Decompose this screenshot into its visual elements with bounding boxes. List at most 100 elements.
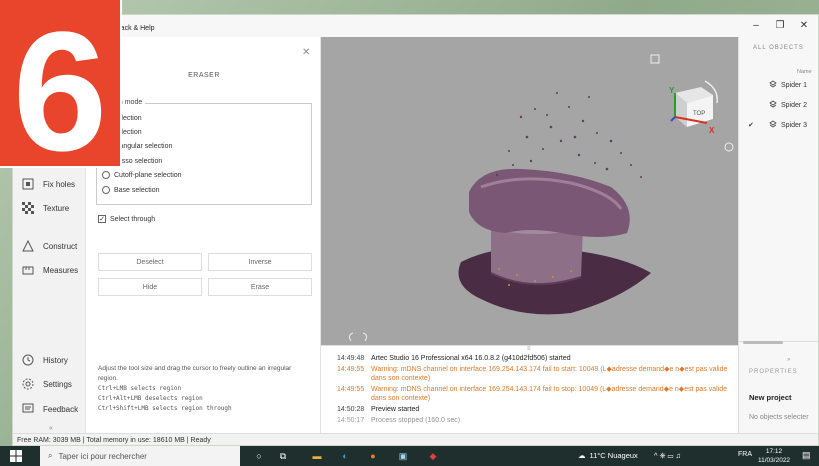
badge-number-graphic: 6 <box>13 0 108 187</box>
texture-icon <box>21 201 35 215</box>
sidebar-item-texture[interactable]: Texture <box>21 201 69 215</box>
scan-model: TOP Y X <box>348 54 734 342</box>
log-time: 14:49:55 <box>337 366 365 373</box>
cortana-icon[interactable]: ○ <box>252 449 266 463</box>
step-number-badge: 6 <box>0 0 122 187</box>
weather-widget[interactable]: ☁ 11°C Nuageux <box>578 451 638 460</box>
fit-view-icon[interactable] <box>650 54 660 64</box>
store-icon[interactable]: ▣ <box>396 449 410 463</box>
help-line: Ctrl+Alt+LMB deselects region <box>98 395 203 402</box>
app-window: edback & Help – ❐ ✕ Fix holes Texture Co… <box>12 14 819 446</box>
erase-button[interactable]: Erase <box>208 278 312 296</box>
all-objects-header[interactable]: ALL OBJECTS <box>753 45 804 51</box>
sidebar-item-label: Feedback <box>43 404 79 414</box>
firefox-icon[interactable]: ● <box>366 449 380 463</box>
log-line: 14:50:28 Preview started <box>337 405 732 414</box>
undo-icon[interactable] <box>348 332 354 342</box>
clock-time: 17:12 <box>765 448 783 455</box>
radio-button[interactable] <box>102 171 110 179</box>
select-through-label: Select through <box>110 215 156 223</box>
object-visibility-toggle[interactable]: ✔ <box>748 121 754 129</box>
resize-handle[interactable]: ≡ <box>527 346 531 352</box>
log-message: Process stopped (160.0 sec) <box>371 417 461 424</box>
horizontal-scrollbar[interactable] <box>743 341 783 344</box>
sidebar-item-label: Settings <box>43 379 72 389</box>
sidebar-item-construct[interactable]: Construct <box>21 239 77 253</box>
log-line: 14:50:17 Process stopped (160.0 sec) <box>337 416 732 425</box>
log-time: 14:49:48 <box>337 355 365 362</box>
collapse-sidebar-button[interactable]: « <box>49 425 53 432</box>
radio-label: Cutoff-plane selection <box>114 171 182 179</box>
task-view-icon[interactable]: ⧉ <box>276 449 290 463</box>
hide-button[interactable]: Hide <box>98 278 202 296</box>
select-through-checkbox[interactable]: ✓ <box>98 215 106 223</box>
artec-studio-icon[interactable]: ◆ <box>426 449 440 463</box>
object-row-spider-3[interactable]: Spider 3 <box>769 120 807 130</box>
sidebar-item-feedback[interactable]: Feedback <box>21 402 78 416</box>
axis-y-label: Y <box>669 86 675 95</box>
close-icon[interactable]: ✕ <box>302 47 310 58</box>
radio-button[interactable] <box>102 186 110 194</box>
close-button[interactable]: ✕ <box>792 15 816 35</box>
log-console[interactable]: ≡ 14:49:48 Artec Studio 16 Professional … <box>321 345 738 433</box>
select-through-option[interactable]: ✓ Select through <box>98 215 155 223</box>
maximize-button[interactable]: ❐ <box>768 15 792 35</box>
radio-option-cutoff-plane[interactable]: Cutoff-plane selection <box>102 171 182 179</box>
file-explorer-icon[interactable]: ▬ <box>310 449 324 463</box>
sidebar-item-label: Measures <box>43 265 79 275</box>
notification-icon[interactable]: ▤ <box>802 450 811 461</box>
help-text: Adjust the tool size and drag the cursor… <box>98 364 308 414</box>
help-line: Ctrl+Shift+LMB selects region through <box>98 405 232 412</box>
scan-object-icon <box>769 120 777 130</box>
redo-icon[interactable] <box>362 332 368 342</box>
help-line: Adjust the tool size and drag the cursor… <box>98 365 292 382</box>
sidebar-item-fix-holes[interactable]: Fix holes <box>21 177 75 191</box>
search-icon: ⌕ <box>48 451 53 460</box>
sidebar-item-label: Construct <box>43 241 78 251</box>
navigation-cube[interactable] <box>670 80 718 127</box>
window-controls: – ❐ ✕ <box>744 15 816 35</box>
language-indicator[interactable]: FRA <box>738 451 752 458</box>
deselect-button[interactable]: Deselect <box>98 253 202 271</box>
windows-start-icon[interactable] <box>10 450 34 462</box>
3d-viewport[interactable]: TOP Y X <box>321 37 738 345</box>
fix-holes-icon <box>21 177 35 191</box>
log-message: Warning: mDNS channel on interface 169.2… <box>371 386 727 402</box>
rotate-icon[interactable] <box>724 142 734 152</box>
scan-object-icon <box>769 80 777 90</box>
inverse-button[interactable]: Inverse <box>208 253 312 271</box>
selection-mode-group: ction mode selection selection ctangular… <box>96 99 312 205</box>
log-time: 14:49:55 <box>337 386 365 393</box>
sidebar-item-settings[interactable]: Settings <box>21 377 72 391</box>
object-row-spider-2[interactable]: Spider 2 <box>769 100 807 110</box>
object-name: Spider 2 <box>781 101 808 109</box>
taskbar-search-box[interactable]: ⌕ Taper ici pour rechercher <box>40 446 240 466</box>
object-name: Spider 1 <box>781 81 808 89</box>
minimize-button[interactable]: – <box>744 15 768 35</box>
collapse-panel-button[interactable]: » <box>787 357 790 363</box>
log-time: 14:50:17 <box>337 417 365 424</box>
nav-cube-label: TOP <box>693 111 705 117</box>
settings-icon <box>21 377 35 391</box>
log-line: 14:49:48 Artec Studio 16 Professional x6… <box>337 354 732 363</box>
object-name: Spider 3 <box>781 121 808 129</box>
radio-option-base[interactable]: Base selection <box>102 186 160 194</box>
edge-browser-icon[interactable]: ◐ <box>338 449 352 463</box>
object-row-spider-1[interactable]: Spider 1 <box>769 80 807 90</box>
sidebar-item-history[interactable]: History <box>21 353 68 367</box>
clock[interactable]: 17:12 11/03/2022 <box>758 447 790 465</box>
objects-panel: ALL OBJECTS Name Spider 1 Spider 2 ✔ Spi… <box>738 37 818 433</box>
taskbar: ⌕ Taper ici pour rechercher ○ ⧉ ▬ ◐ ● ▣ … <box>0 446 819 466</box>
search-placeholder: Taper ici pour rechercher <box>58 451 147 461</box>
measures-icon <box>21 263 35 277</box>
properties-header[interactable]: PROPERTIES <box>749 369 798 375</box>
system-tray-icons[interactable]: ^ ⎈ ▭ ♫ <box>654 451 681 461</box>
sidebar-item-label: History <box>43 355 68 365</box>
sidebar-item-measures[interactable]: Measures <box>21 263 78 277</box>
log-line-warning: 14:49:55 Warning: mDNS channel on interf… <box>337 385 732 403</box>
axis-x-label: X <box>709 126 715 135</box>
name-column-header[interactable]: Name <box>797 69 812 75</box>
log-line-warning: 14:49:55 Warning: mDNS channel on interf… <box>337 365 732 383</box>
help-line: Ctrl+LMB selects region <box>98 385 182 392</box>
sidebar-item-label: Fix holes <box>43 179 76 189</box>
